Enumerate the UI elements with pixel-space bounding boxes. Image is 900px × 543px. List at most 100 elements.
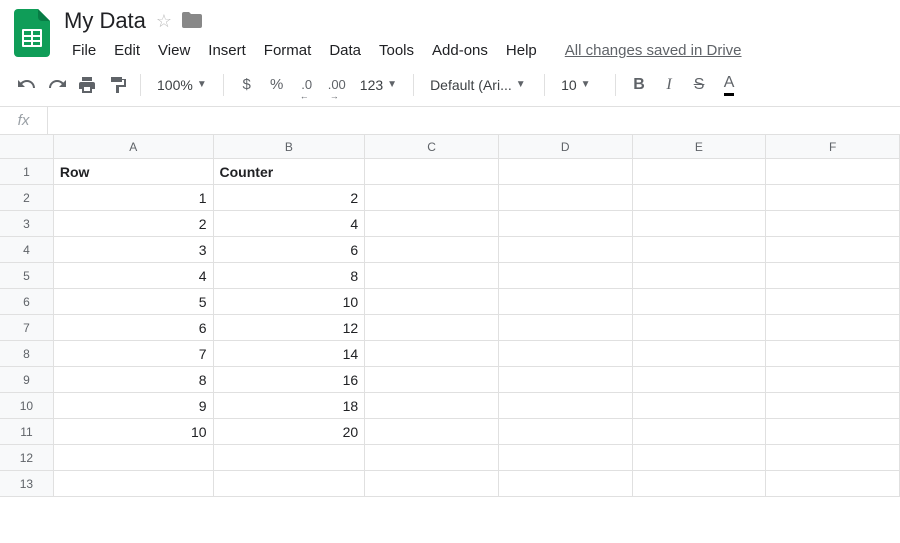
star-icon[interactable]: ☆ [156, 11, 172, 32]
increase-decimal-button[interactable]: .00→ [324, 71, 350, 99]
cell-F3[interactable] [766, 211, 900, 237]
cell-D9[interactable] [499, 367, 633, 393]
document-title[interactable]: My Data [64, 8, 146, 34]
cell-D8[interactable] [499, 341, 633, 367]
cell-E13[interactable] [633, 471, 767, 497]
decrease-decimal-button[interactable]: .0← [294, 71, 320, 99]
cell-C3[interactable] [365, 211, 499, 237]
italic-button[interactable]: I [656, 71, 682, 99]
select-all-corner[interactable] [0, 135, 54, 159]
cell-E2[interactable] [633, 185, 767, 211]
cell-E11[interactable] [633, 419, 767, 445]
cell-D6[interactable] [499, 289, 633, 315]
cell-D13[interactable] [499, 471, 633, 497]
cell-C10[interactable] [365, 393, 499, 419]
col-header-A[interactable]: A [54, 135, 214, 159]
cell-C2[interactable] [365, 185, 499, 211]
cell-A6[interactable]: 5 [54, 289, 214, 315]
cell-C11[interactable] [365, 419, 499, 445]
row-header-12[interactable]: 12 [0, 445, 54, 471]
font-size-dropdown[interactable]: 10▼ [555, 71, 605, 99]
cell-A3[interactable]: 2 [54, 211, 214, 237]
sheets-logo-icon[interactable] [12, 8, 52, 58]
save-status[interactable]: All changes saved in Drive [565, 42, 742, 59]
cell-F12[interactable] [766, 445, 900, 471]
cell-F5[interactable] [766, 263, 900, 289]
font-dropdown[interactable]: Default (Ari...▼ [424, 71, 534, 99]
cell-B4[interactable]: 6 [214, 237, 366, 263]
cell-E1[interactable] [633, 159, 767, 185]
menu-file[interactable]: File [64, 38, 104, 63]
cell-A11[interactable]: 10 [54, 419, 214, 445]
cell-A9[interactable]: 8 [54, 367, 214, 393]
row-header-13[interactable]: 13 [0, 471, 54, 497]
row-header-10[interactable]: 10 [0, 393, 54, 419]
cell-B6[interactable]: 10 [214, 289, 366, 315]
cell-F9[interactable] [766, 367, 900, 393]
cell-C1[interactable] [365, 159, 499, 185]
cell-F1[interactable] [766, 159, 900, 185]
cell-F2[interactable] [766, 185, 900, 211]
zoom-dropdown[interactable]: 100%▼ [151, 71, 213, 99]
cell-B1[interactable]: Counter [214, 159, 366, 185]
row-header-8[interactable]: 8 [0, 341, 54, 367]
menu-data[interactable]: Data [321, 38, 369, 63]
cell-B11[interactable]: 20 [214, 419, 366, 445]
col-header-C[interactable]: C [365, 135, 499, 159]
cell-E9[interactable] [633, 367, 767, 393]
cell-B8[interactable]: 14 [214, 341, 366, 367]
folder-icon[interactable] [182, 12, 202, 31]
menu-format[interactable]: Format [256, 38, 320, 63]
cell-E7[interactable] [633, 315, 767, 341]
cell-D11[interactable] [499, 419, 633, 445]
cell-F13[interactable] [766, 471, 900, 497]
cell-E4[interactable] [633, 237, 767, 263]
cell-F10[interactable] [766, 393, 900, 419]
row-header-9[interactable]: 9 [0, 367, 54, 393]
cell-A4[interactable]: 3 [54, 237, 214, 263]
cell-E8[interactable] [633, 341, 767, 367]
cell-F11[interactable] [766, 419, 900, 445]
cell-C6[interactable] [365, 289, 499, 315]
cell-C12[interactable] [365, 445, 499, 471]
cell-B7[interactable]: 12 [214, 315, 366, 341]
text-color-button[interactable]: A [716, 71, 742, 99]
bold-button[interactable]: B [626, 71, 652, 99]
col-header-B[interactable]: B [214, 135, 366, 159]
print-button[interactable] [74, 71, 100, 99]
cell-F6[interactable] [766, 289, 900, 315]
cell-A2[interactable]: 1 [54, 185, 214, 211]
cell-E10[interactable] [633, 393, 767, 419]
cell-A1[interactable]: Row [54, 159, 214, 185]
cell-E6[interactable] [633, 289, 767, 315]
cell-B3[interactable]: 4 [214, 211, 366, 237]
row-header-2[interactable]: 2 [0, 185, 54, 211]
row-header-6[interactable]: 6 [0, 289, 54, 315]
row-header-5[interactable]: 5 [0, 263, 54, 289]
cell-F4[interactable] [766, 237, 900, 263]
cell-E12[interactable] [633, 445, 767, 471]
strikethrough-button[interactable]: S [686, 71, 712, 99]
number-format-dropdown[interactable]: 123▼ [354, 71, 403, 99]
cell-C8[interactable] [365, 341, 499, 367]
cell-C13[interactable] [365, 471, 499, 497]
menu-tools[interactable]: Tools [371, 38, 422, 63]
cell-A7[interactable]: 6 [54, 315, 214, 341]
cell-A10[interactable]: 9 [54, 393, 214, 419]
redo-button[interactable] [44, 71, 70, 99]
percent-button[interactable]: % [264, 71, 290, 99]
cell-C5[interactable] [365, 263, 499, 289]
cell-A13[interactable] [54, 471, 214, 497]
row-header-7[interactable]: 7 [0, 315, 54, 341]
menu-view[interactable]: View [150, 38, 198, 63]
cell-D5[interactable] [499, 263, 633, 289]
cell-A5[interactable]: 4 [54, 263, 214, 289]
cell-B2[interactable]: 2 [214, 185, 366, 211]
cell-D7[interactable] [499, 315, 633, 341]
cell-D4[interactable] [499, 237, 633, 263]
row-header-1[interactable]: 1 [0, 159, 54, 185]
row-header-4[interactable]: 4 [0, 237, 54, 263]
cell-C7[interactable] [365, 315, 499, 341]
menu-help[interactable]: Help [498, 38, 545, 63]
cell-D3[interactable] [499, 211, 633, 237]
